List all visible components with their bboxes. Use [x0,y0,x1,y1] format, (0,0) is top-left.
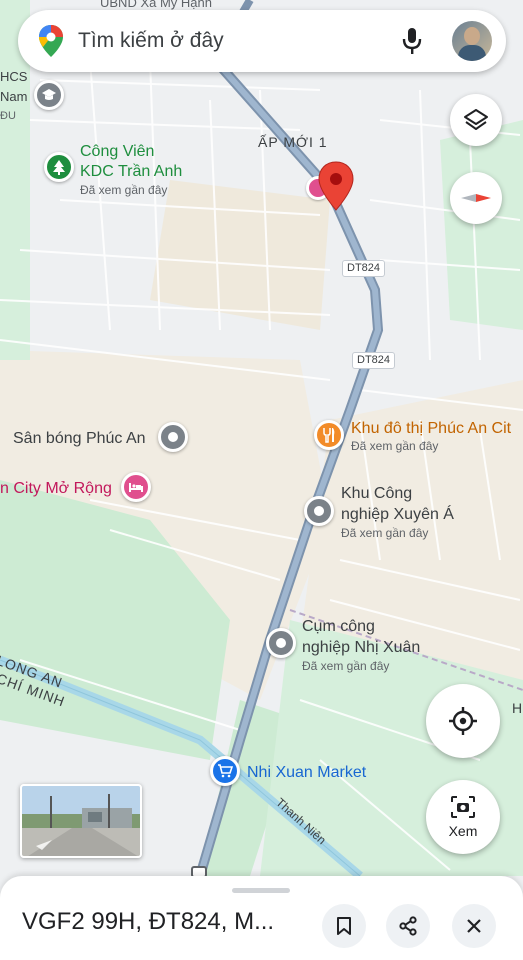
camera-lens-icon [451,796,475,818]
poi-visited-khu-do-thi: Đã xem gần đây [351,439,439,453]
poi-visited-cong-vien: Đã xem gần đây [80,183,168,197]
place-icon-san-bong[interactable] [158,422,188,452]
microphone-icon[interactable] [400,26,424,56]
poi-name-nhi-xuan-market[interactable]: Nhi Xuan Market [247,764,366,782]
shopping-cart-icon[interactable] [210,756,240,786]
poi-name-cong-vien-line1[interactable]: Công Viên [80,143,154,161]
poi-name-xuyen-a-line1[interactable]: Khu Công [341,485,412,503]
share-icon [399,916,417,936]
layers-icon [464,109,488,130]
poi-name-san-bong[interactable]: Sân bóng Phúc An [13,430,146,448]
poi-name-city-mo-rong[interactable]: n City Mở Rộng [0,480,112,498]
red-pin-icon [318,161,354,211]
edge-label-hcs: HCS [0,69,28,84]
search-input[interactable]: Tìm kiếm ở đây [78,29,400,53]
area-label-ap-moi-1: ẤP MỚI 1 [258,134,328,150]
road-shield-dt824-top: DT824 [342,260,386,277]
save-button[interactable] [322,904,366,948]
poi-name-nhi-xuan-line2[interactable]: nghiệp Nhị Xuân [302,639,420,657]
poi-visited-nhi-xuan: Đã xem gần đây [302,659,390,673]
lens-xem-button[interactable]: Xem [426,780,500,854]
close-button[interactable] [452,904,496,948]
place-title: VGF2 99H, ĐT824, M... [22,908,275,935]
poi-visited-xuyen-a: Đã xem gần đây [341,526,429,540]
edge-label-h: H [512,700,523,716]
street-view-thumbnail[interactable] [20,784,142,858]
edge-label-du: ĐU [0,110,16,122]
place-icon-xuyen-a[interactable] [304,496,334,526]
drag-handle[interactable] [232,888,290,893]
poi-name-khu-do-thi[interactable]: Khu đô thị Phúc An Cit [351,420,511,438]
share-button[interactable] [386,904,430,948]
close-icon [467,919,481,933]
poi-name-nhi-xuan-line1[interactable]: Cụm công [302,618,375,636]
road-shield-dt824-mid: DT824 [352,352,396,369]
poi-name-xuyen-a-line2[interactable]: nghiệp Xuyên Á [341,506,454,524]
search-bar[interactable]: Tìm kiếm ở đây [18,10,506,72]
user-avatar[interactable] [452,21,492,61]
google-maps-logo-icon [38,24,64,58]
compass-icon [461,194,491,202]
bookmark-icon [337,917,351,935]
hotel-icon[interactable] [121,472,151,502]
layers-button[interactable] [450,94,502,146]
my-location-button[interactable] [426,684,500,758]
school-icon[interactable] [34,80,64,110]
compass-button[interactable] [450,172,502,224]
place-icon-nhi-xuan[interactable] [266,628,296,658]
edge-label-nam: Nam [0,89,28,104]
lens-label: Xem [448,823,478,839]
crosshair-icon [449,707,477,735]
street-view-image [22,786,140,856]
poi-name-cong-vien-line2[interactable]: KDC Trần Anh [80,163,182,181]
selected-location-pin[interactable] [304,160,364,212]
park-icon[interactable] [44,152,74,182]
restaurant-icon[interactable] [314,420,344,450]
